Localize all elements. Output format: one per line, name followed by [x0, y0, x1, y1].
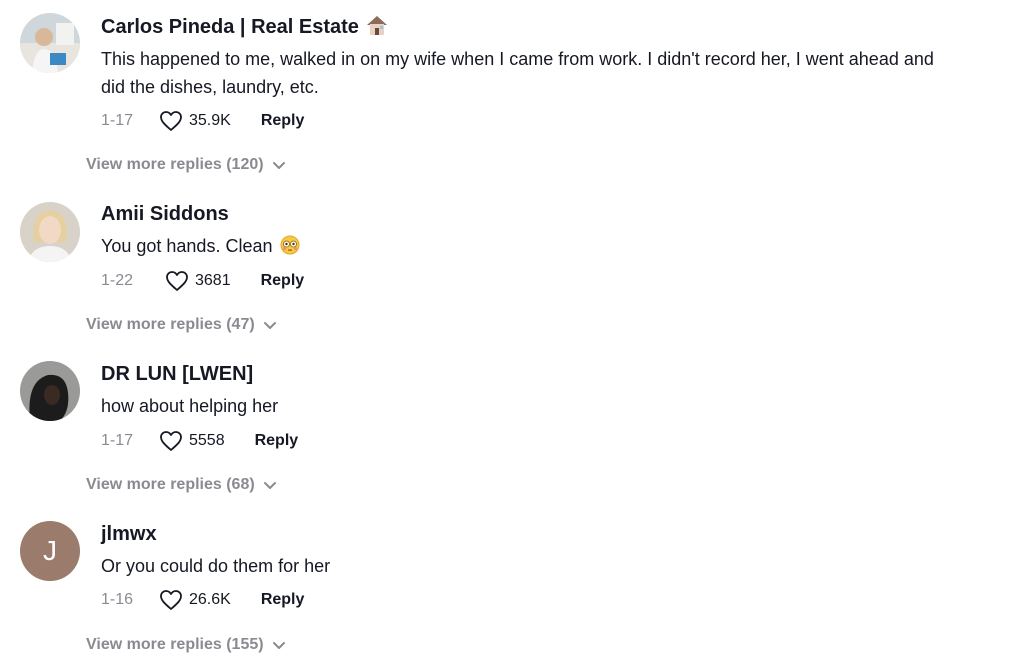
view-more-replies-label: View more replies (68) [86, 476, 255, 493]
comment-text: how about helping her [101, 396, 279, 416]
view-more-replies-label: View more replies (120) [86, 156, 264, 173]
like-button[interactable]: 5558 [159, 430, 225, 452]
comment-meta: 1-16 26.6K Reply [101, 588, 304, 612]
view-more-replies-button[interactable]: View more replies (68) [86, 476, 277, 494]
like-count: 5558 [189, 432, 225, 449]
comment-date: 1-22 [101, 272, 134, 289]
reply-button[interactable]: Reply [261, 112, 305, 130]
username-text: Carlos Pineda | Real Estate [101, 16, 359, 38]
avatar-photo [20, 13, 80, 73]
like-button[interactable]: 3681 [165, 270, 231, 292]
like-button[interactable]: 35.9K [159, 110, 231, 132]
chevron-down-icon [272, 161, 285, 169]
comment-text: Or you could do them for her [101, 556, 331, 576]
comment-date: 1-17 [101, 112, 134, 129]
comment-text-body: You got hands. Clean [101, 236, 273, 256]
like-button[interactable]: 26.6K [159, 589, 231, 611]
comment-meta: 1-17 35.9K Reply [101, 109, 304, 133]
chevron-down-icon [272, 641, 285, 649]
comment-date: 1-16 [101, 591, 134, 608]
avatar-photo [20, 202, 80, 262]
view-more-replies-label: View more replies (155) [86, 636, 264, 653]
chevron-down-icon [263, 481, 276, 489]
view-more-replies-button[interactable]: View more replies (47) [86, 316, 277, 334]
avatar[interactable]: J [20, 521, 80, 581]
avatar[interactable] [20, 361, 80, 421]
heart-icon [166, 271, 188, 291]
like-count: 26.6K [189, 591, 231, 608]
avatar[interactable] [20, 13, 80, 73]
username[interactable]: Carlos Pineda | Real Estate [101, 14, 389, 42]
username[interactable]: Amii Siddons [101, 203, 229, 226]
like-count: 3681 [195, 272, 231, 289]
reply-button[interactable]: Reply [255, 432, 299, 450]
like-count: 35.9K [189, 112, 231, 129]
heart-icon [160, 431, 182, 451]
comment-meta: 1-17 5558 Reply [101, 429, 298, 453]
view-more-replies-button[interactable]: View more replies (155) [86, 636, 286, 654]
username[interactable]: jlmwx [101, 523, 157, 546]
reply-button[interactable]: Reply [261, 591, 305, 609]
comment-text: This happened to me, walked in on my wif… [101, 49, 934, 97]
avatar[interactable] [20, 202, 80, 262]
view-more-replies-button[interactable]: View more replies (120) [86, 156, 286, 174]
reply-button[interactable]: Reply [261, 272, 305, 290]
avatar-photo [20, 361, 80, 421]
house-emoji-icon [365, 14, 389, 42]
comment-date: 1-17 [101, 432, 134, 449]
chevron-down-icon [263, 321, 276, 329]
view-more-replies-label: View more replies (47) [86, 316, 255, 333]
heart-icon [160, 590, 182, 610]
username[interactable]: DR LUN [LWEN] [101, 363, 253, 386]
heart-icon [160, 111, 182, 131]
flushed-face-emoji-icon [280, 235, 300, 263]
comment-meta: 1-22 3681 Reply [101, 269, 304, 293]
comment-text: You got hands. Clean [101, 232, 961, 263]
